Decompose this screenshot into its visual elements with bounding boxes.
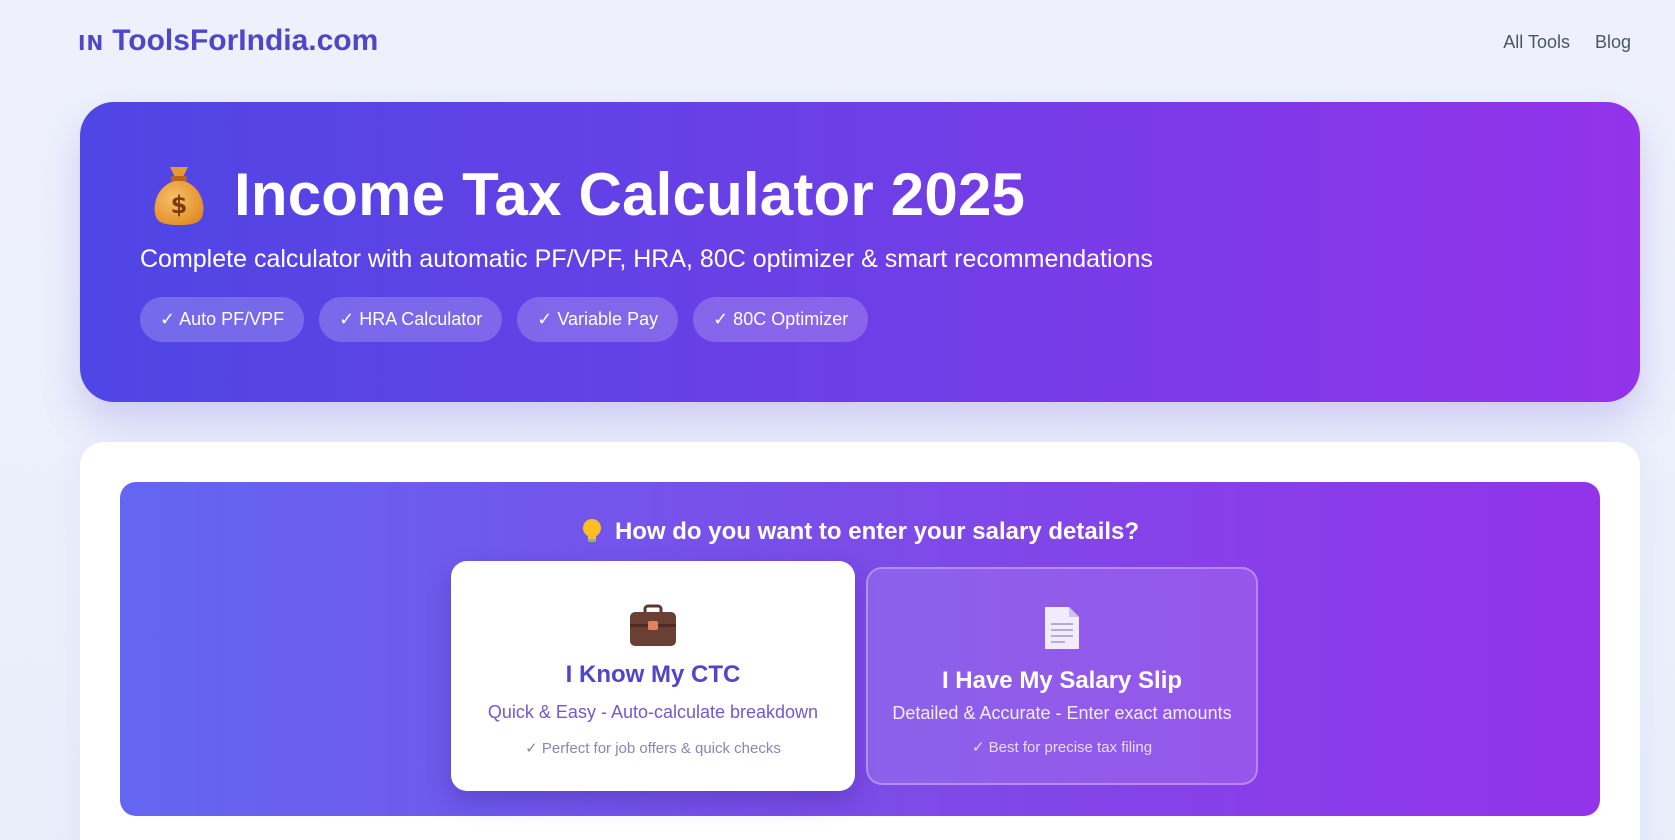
site-name: ToolsForIndia.com bbox=[112, 24, 379, 57]
option-title: I Have My Salary Slip bbox=[941, 667, 1183, 694]
option-description: Quick & Easy - Auto-calculate breakdown bbox=[487, 702, 819, 722]
option-know-ctc[interactable]: I Know My CTC Quick & Easy - Auto-calcul… bbox=[451, 561, 855, 791]
svg-text:$: $ bbox=[171, 191, 188, 219]
main-nav: All Tools Blog bbox=[1503, 32, 1631, 53]
hero-subtitle: Complete calculator with automatic PF/VP… bbox=[140, 245, 1153, 273]
briefcase-icon bbox=[628, 604, 678, 648]
option-title: I Know My CTC bbox=[565, 661, 741, 688]
feature-pills: ✓ Auto PF/VPF ✓ HRA Calculator ✓ Variabl… bbox=[140, 297, 869, 342]
india-flag-code: IN bbox=[78, 31, 105, 55]
option-note: ✓ Best for precise tax filing bbox=[971, 739, 1153, 756]
entry-mode-question: How do you want to enter your salary det… bbox=[120, 518, 1600, 546]
hero-title-row: $ Income Tax Calculator 2025 bbox=[150, 160, 1025, 229]
feature-pill: ✓ 80C Optimizer bbox=[693, 297, 869, 342]
hero-banner: $ Income Tax Calculator 2025 Complete ca… bbox=[80, 102, 1640, 402]
nav-all-tools[interactable]: All Tools bbox=[1503, 32, 1570, 53]
money-bag-icon: $ bbox=[150, 163, 208, 227]
nav-blog[interactable]: Blog bbox=[1595, 32, 1631, 53]
document-icon bbox=[1043, 605, 1081, 651]
question-text: How do you want to enter your salary det… bbox=[614, 518, 1140, 545]
site-logo-link[interactable]: IN ToolsForIndia.com bbox=[78, 24, 378, 58]
calculator-card: How do you want to enter your salary det… bbox=[80, 442, 1640, 840]
entry-mode-chooser: How do you want to enter your salary det… bbox=[120, 482, 1600, 816]
option-description: Detailed & Accurate - Enter exact amount… bbox=[892, 703, 1232, 723]
site-header: IN ToolsForIndia.com All Tools Blog bbox=[0, 0, 1675, 90]
feature-pill: ✓ HRA Calculator bbox=[319, 297, 503, 342]
feature-pill: ✓ Auto PF/VPF bbox=[140, 297, 305, 342]
option-salary-slip[interactable]: I Have My Salary Slip Detailed & Accurat… bbox=[866, 567, 1258, 785]
feature-pill: ✓ Variable Pay bbox=[517, 297, 679, 342]
option-note: ✓ Perfect for job offers & quick checks bbox=[525, 740, 781, 757]
lightbulb-icon bbox=[581, 518, 603, 546]
page-title: Income Tax Calculator 2025 bbox=[234, 161, 1026, 228]
